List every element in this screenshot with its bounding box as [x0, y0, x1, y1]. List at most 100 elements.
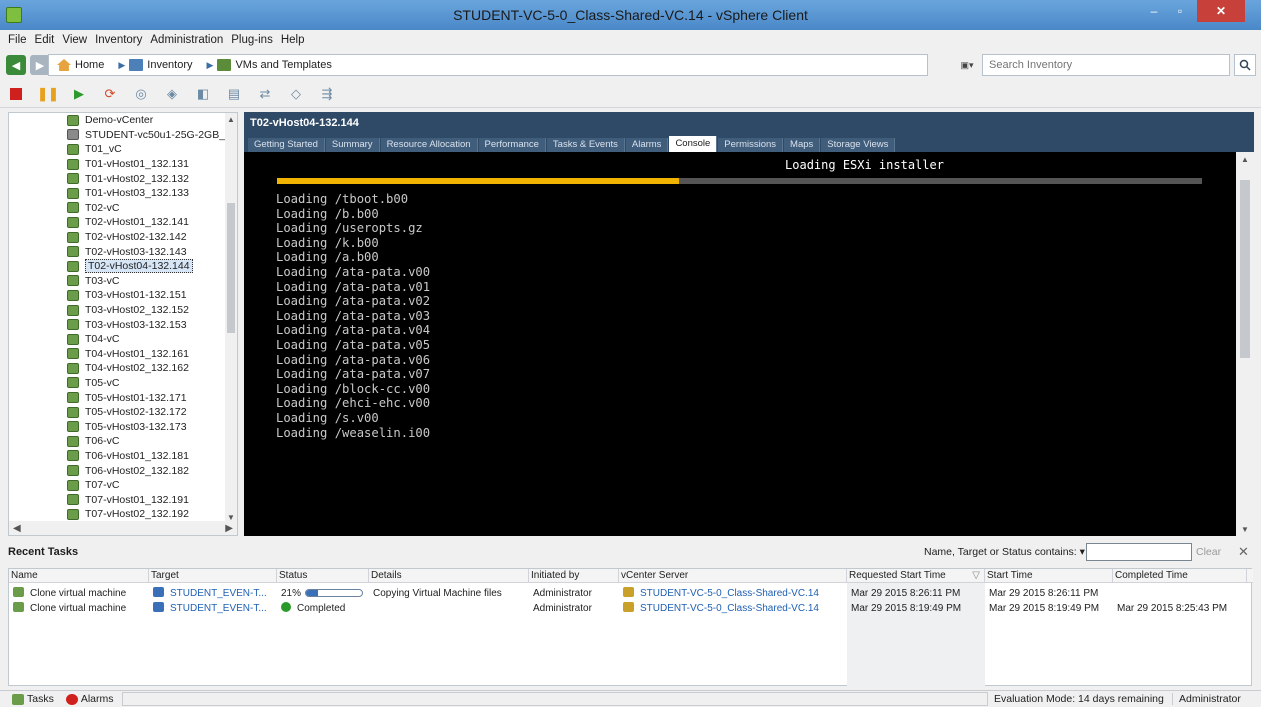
search-input[interactable] [982, 54, 1230, 76]
menu-inventory[interactable]: Inventory [95, 34, 142, 46]
tree-item[interactable]: T07-vHost01_132.191 [9, 492, 227, 507]
clone-icon[interactable]: ⇶ [318, 85, 336, 103]
tree-item[interactable]: T01-vHost03_132.133 [9, 186, 227, 201]
breadcrumb-home[interactable]: Home [57, 59, 104, 71]
column-completed-time[interactable]: Completed Time [1113, 569, 1247, 583]
revert-snapshot-icon[interactable]: ◈ [163, 85, 181, 103]
scroll-down-icon[interactable]: ▼ [1236, 522, 1254, 536]
tree-item[interactable]: T03-vHost01-132.151 [9, 288, 227, 303]
column-status[interactable]: Status [277, 569, 369, 583]
search-scope-dropdown[interactable]: ▣▾ [952, 55, 982, 75]
scroll-up-icon[interactable]: ▲ [225, 113, 237, 125]
column-name[interactable]: Name [9, 569, 149, 583]
close-button[interactable]: ✕ [1197, 0, 1245, 22]
search-icon[interactable] [1234, 54, 1256, 76]
suspend-button[interactable]: ❚❚ [37, 85, 59, 103]
tree-item[interactable]: T04-vHost01_132.161 [9, 347, 227, 362]
tree-item[interactable]: T01_vC [9, 142, 227, 157]
scroll-left-icon[interactable]: ◀ [13, 523, 21, 534]
tree-item[interactable]: T05-vHost02-132.172 [9, 405, 227, 420]
tab-maps[interactable]: Maps [784, 138, 821, 152]
tree-item[interactable]: T04-vC [9, 332, 227, 347]
tree-vertical-scrollbar[interactable]: ▲ ▼ [225, 113, 237, 523]
column-start-time[interactable]: Start Time [985, 569, 1113, 583]
menu-view[interactable]: View [62, 34, 87, 46]
tab-permissions[interactable]: Permissions [718, 138, 784, 152]
tree-item[interactable]: Demo-vCenter [9, 113, 227, 128]
table-row[interactable]: Clone virtual machine STUDENT_EVEN-T... 21… [9, 587, 1253, 601]
tab-getting-started[interactable]: Getting Started [248, 138, 325, 152]
tree-item[interactable]: T05-vHost03-132.173 [9, 419, 227, 434]
menu-file[interactable]: File [8, 34, 27, 46]
alarms-button[interactable]: Alarms [65, 693, 114, 705]
scroll-thumb[interactable] [1240, 180, 1250, 358]
tab-tasks-events[interactable]: Tasks & Events [546, 138, 625, 152]
tree-item[interactable]: T03-vHost02_132.152 [9, 303, 227, 318]
column-target[interactable]: Target [149, 569, 277, 583]
menu-plugins[interactable]: Plug-ins [231, 34, 273, 46]
scroll-right-icon[interactable]: ▶ [225, 523, 233, 534]
scroll-thumb[interactable] [227, 203, 235, 333]
task-filter-input[interactable] [1086, 543, 1192, 561]
filter-field-dropdown[interactable]: Name, Target or Status contains: ▾ [924, 546, 1085, 558]
tree-item[interactable]: T01-vHost01_132.131 [9, 157, 227, 172]
reset-button[interactable]: ⟳ [101, 85, 119, 103]
column-initiated-by[interactable]: Initiated by [529, 569, 619, 583]
tree-item[interactable]: T06-vC [9, 434, 227, 449]
tree-item[interactable]: T02-vC [9, 201, 227, 216]
breadcrumb-vms-templates[interactable]: VMs and Templates [217, 59, 332, 71]
tree-item[interactable]: T03-vHost03-132.153 [9, 317, 227, 332]
cell-target[interactable]: STUDENT_EVEN-T... [153, 587, 277, 601]
maximize-button[interactable]: ▫ [1167, 0, 1193, 22]
edit-settings-icon[interactable]: ⇄ [256, 85, 274, 103]
cell-vcenter[interactable]: STUDENT-VC-5-0_Class-Shared-VC.14 [623, 602, 847, 616]
tab-resource-allocation[interactable]: Resource Allocation [380, 138, 478, 152]
tree-item[interactable]: T05-vC [9, 376, 227, 391]
tasks-button[interactable]: Tasks [12, 693, 54, 705]
tab-console[interactable]: Console [669, 136, 718, 152]
tree-horizontal-scrollbar[interactable]: ◀ ▶ [9, 521, 237, 535]
tree-item[interactable]: T03-vC [9, 274, 227, 289]
menu-edit[interactable]: Edit [35, 34, 55, 46]
breadcrumb: Home ▶ Inventory ▶ VMs and Templates [48, 54, 928, 76]
tree-item[interactable]: T02-vHost02-132.142 [9, 230, 227, 245]
table-row[interactable]: Clone virtual machine STUDENT_EVEN-T... Co… [9, 602, 1253, 616]
close-tasks-icon[interactable]: ✕ [1238, 544, 1249, 560]
tab-alarms[interactable]: Alarms [625, 138, 669, 152]
tab-performance[interactable]: Performance [478, 138, 546, 152]
minimize-button[interactable]: – [1141, 0, 1167, 22]
tab-storage-views[interactable]: Storage Views [821, 138, 896, 152]
tree-item[interactable]: T02-vHost04-132.144 [9, 259, 227, 274]
tree-item[interactable]: T06-vHost01_132.181 [9, 449, 227, 464]
tree-item[interactable]: T07-vC [9, 478, 227, 493]
power-off-button[interactable] [10, 87, 22, 100]
console-scrollbar[interactable]: ▲ ▼ [1236, 152, 1254, 536]
cell-vcenter[interactable]: STUDENT-VC-5-0_Class-Shared-VC.14 [623, 587, 847, 601]
snapshot-icon[interactable]: ◎ [132, 85, 150, 103]
column-requested-start[interactable]: Requested Start Time ▽ [847, 569, 985, 583]
power-on-button[interactable]: ▶ [70, 85, 88, 103]
console-icon[interactable]: ▤ [225, 85, 243, 103]
tree-item[interactable]: T04-vHost02_132.162 [9, 361, 227, 376]
back-button[interactable]: ◀ [6, 55, 26, 75]
scroll-up-icon[interactable]: ▲ [1236, 152, 1254, 166]
menu-help[interactable]: Help [281, 34, 305, 46]
tree-item[interactable]: T02-vHost01_132.141 [9, 215, 227, 230]
forward-button[interactable]: ▶ [30, 55, 50, 75]
column-details[interactable]: Details [369, 569, 529, 583]
tab-summary[interactable]: Summary [325, 138, 380, 152]
migrate-icon[interactable]: ◇ [287, 85, 305, 103]
vm-console[interactable]: Loading ESXi installer Loading /tboot.b0… [244, 152, 1236, 536]
tree-item[interactable]: T07-vHost02_132.192 [9, 507, 227, 522]
tree-item[interactable]: STUDENT-vc50u1-25G-2GB_ba [9, 128, 237, 143]
cell-target[interactable]: STUDENT_EVEN-T... [153, 602, 277, 616]
breadcrumb-inventory[interactable]: Inventory [129, 59, 193, 71]
tree-item[interactable]: T01-vHost02_132.132 [9, 171, 227, 186]
tree-item[interactable]: T05-vHost01-132.171 [9, 390, 227, 405]
tree-item[interactable]: T06-vHost02_132.182 [9, 463, 227, 478]
tree-item[interactable]: T02-vHost03-132.143 [9, 244, 227, 259]
menu-administration[interactable]: Administration [150, 34, 223, 46]
snapshot-manager-icon[interactable]: ◧ [194, 85, 212, 103]
clear-filter-button[interactable]: Clear [1196, 546, 1221, 558]
column-vcenter-server[interactable]: vCenter Server [619, 569, 847, 583]
